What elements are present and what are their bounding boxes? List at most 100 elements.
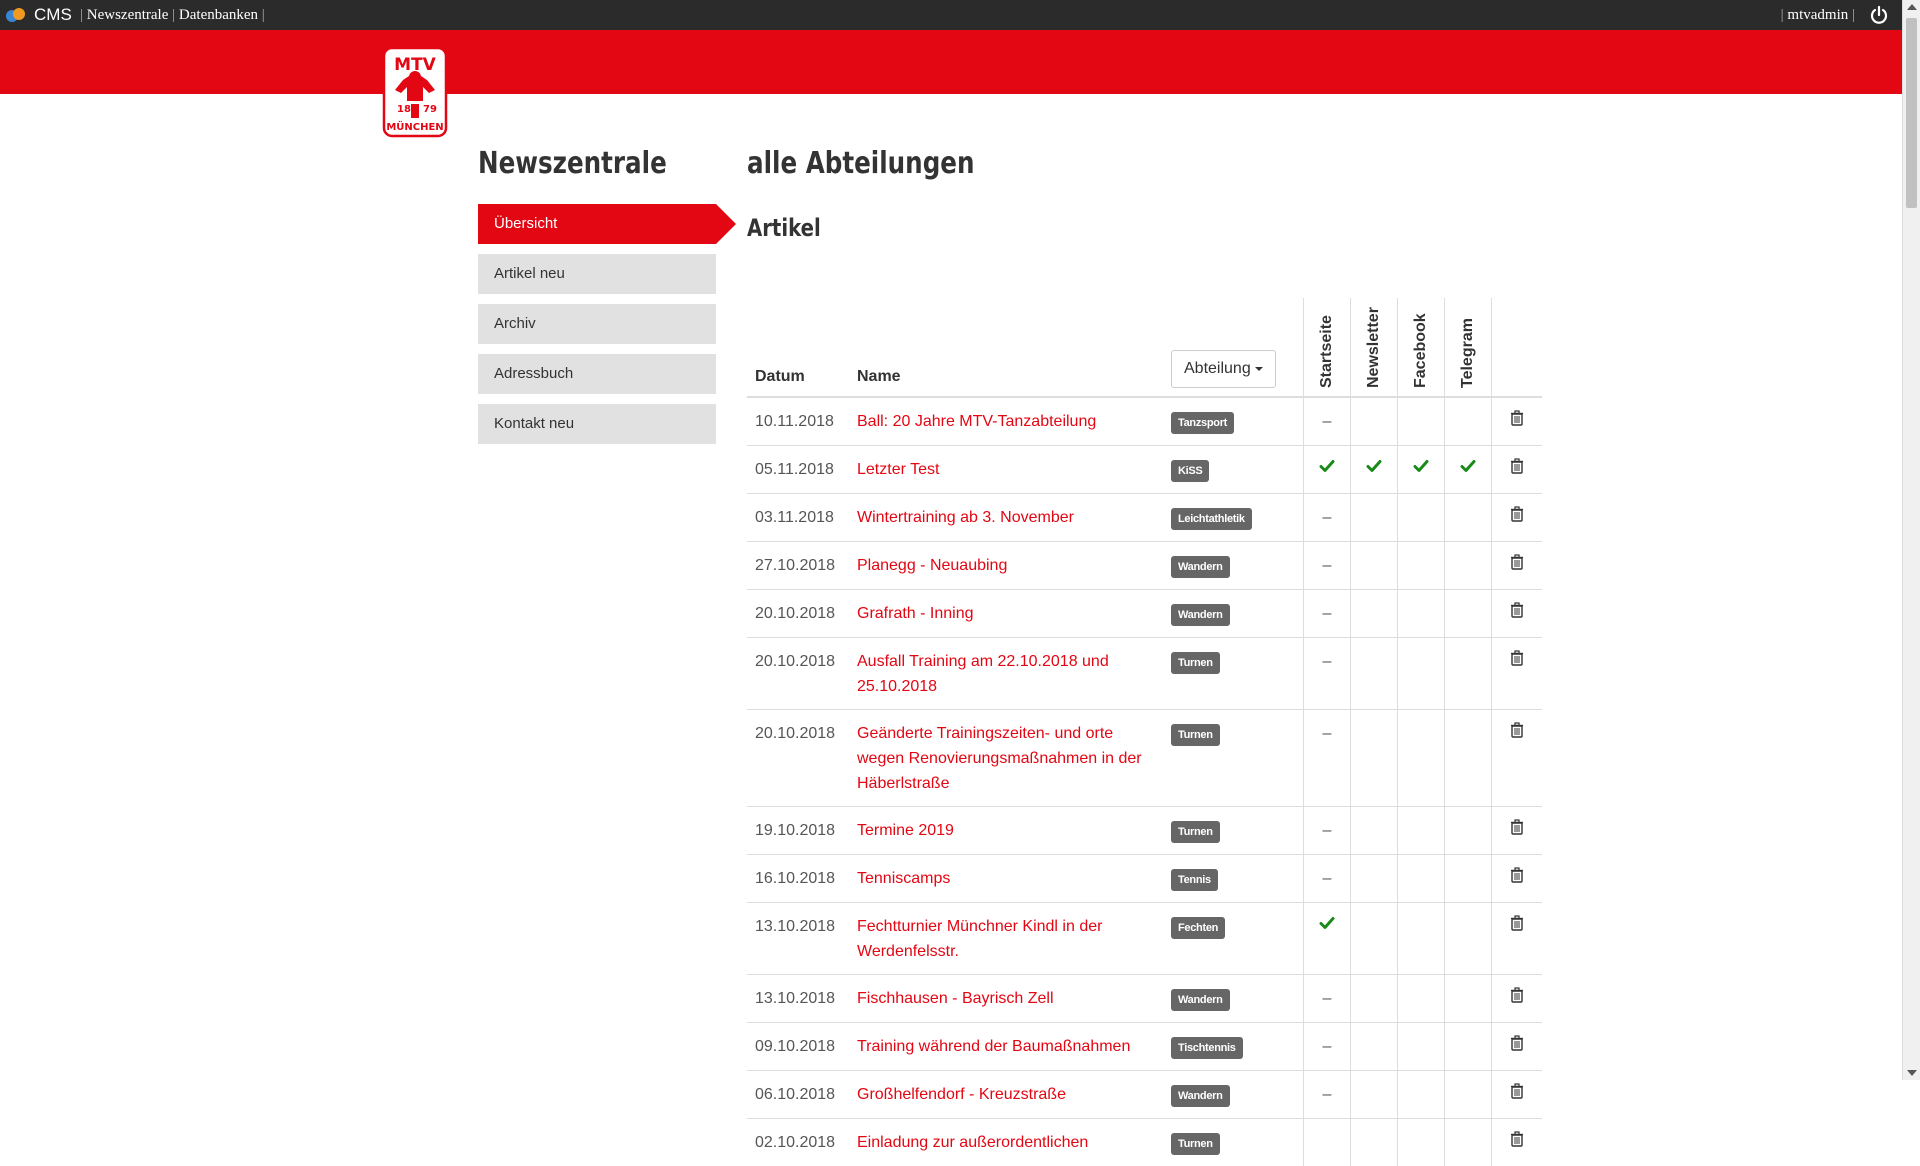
scroll-up-icon[interactable] <box>1907 4 1917 10</box>
row-flag-facebook[interactable] <box>1398 1023 1445 1071</box>
row-delete[interactable] <box>1492 397 1543 446</box>
row-delete[interactable] <box>1492 542 1543 590</box>
row-article-link[interactable]: Einladung zur außerordentlichen <box>849 1119 1163 1166</box>
trash-icon[interactable] <box>1510 602 1524 618</box>
row-flag-telegram[interactable] <box>1445 446 1492 494</box>
trash-icon[interactable] <box>1510 867 1524 883</box>
row-flag-facebook[interactable] <box>1398 855 1445 903</box>
row-delete[interactable] <box>1492 494 1543 542</box>
row-flag-facebook[interactable] <box>1398 1071 1445 1119</box>
row-flag-startseite[interactable] <box>1304 1119 1351 1166</box>
row-flag-telegram[interactable] <box>1445 1119 1492 1166</box>
row-article-link[interactable]: Tenniscamps <box>849 855 1163 903</box>
user-name-link[interactable]: mtvadmin <box>1787 7 1848 23</box>
row-flag-newsletter[interactable] <box>1351 1119 1398 1166</box>
row-flag-facebook[interactable] <box>1398 446 1445 494</box>
row-flag-startseite[interactable]: – <box>1304 397 1351 446</box>
row-flag-facebook[interactable] <box>1398 1119 1445 1166</box>
row-flag-startseite[interactable]: – <box>1304 710 1351 807</box>
row-flag-facebook[interactable] <box>1398 397 1445 446</box>
row-article-link[interactable]: Großhelfendorf - Kreuzstraße <box>849 1071 1163 1119</box>
sidebar-item-adressbuch[interactable]: Adressbuch <box>478 354 716 394</box>
scroll-down-icon[interactable] <box>1907 1070 1917 1076</box>
row-flag-telegram[interactable] <box>1445 1071 1492 1119</box>
trash-icon[interactable] <box>1510 819 1524 835</box>
mtv-logo[interactable]: MTV 18 79 MÜNCHEN <box>382 46 448 138</box>
trash-icon[interactable] <box>1510 987 1524 1003</box>
row-flag-telegram[interactable] <box>1445 903 1492 975</box>
row-flag-startseite[interactable]: – <box>1304 1071 1351 1119</box>
cms-logo-icon[interactable] <box>5 6 27 24</box>
row-article-link[interactable]: Geänderte Trainingszeiten- und orte wege… <box>849 710 1163 807</box>
row-delete[interactable] <box>1492 1071 1543 1119</box>
row-delete[interactable] <box>1492 1119 1543 1166</box>
row-flag-telegram[interactable] <box>1445 710 1492 807</box>
row-flag-newsletter[interactable] <box>1351 903 1398 975</box>
row-flag-facebook[interactable] <box>1398 975 1445 1023</box>
row-flag-telegram[interactable] <box>1445 1023 1492 1071</box>
row-flag-newsletter[interactable] <box>1351 807 1398 855</box>
sidebar-item-uebersicht[interactable]: Übersicht <box>478 204 716 244</box>
trash-icon[interactable] <box>1510 458 1524 474</box>
row-flag-facebook[interactable] <box>1398 590 1445 638</box>
row-flag-newsletter[interactable] <box>1351 542 1398 590</box>
row-flag-facebook[interactable] <box>1398 542 1445 590</box>
row-flag-facebook[interactable] <box>1398 494 1445 542</box>
column-header-date[interactable]: Datum <box>747 298 849 397</box>
row-flag-startseite[interactable]: – <box>1304 590 1351 638</box>
row-flag-startseite[interactable]: – <box>1304 1023 1351 1071</box>
row-flag-startseite[interactable] <box>1304 446 1351 494</box>
row-flag-telegram[interactable] <box>1445 975 1492 1023</box>
row-article-link[interactable]: Termine 2019 <box>849 807 1163 855</box>
row-delete[interactable] <box>1492 590 1543 638</box>
row-flag-newsletter[interactable] <box>1351 638 1398 710</box>
row-flag-telegram[interactable] <box>1445 590 1492 638</box>
row-flag-startseite[interactable]: – <box>1304 542 1351 590</box>
trash-icon[interactable] <box>1510 650 1524 666</box>
row-flag-telegram[interactable] <box>1445 397 1492 446</box>
sidebar-item-archiv[interactable]: Archiv <box>478 304 716 344</box>
row-article-link[interactable]: Training während der Baumaßnahmen <box>849 1023 1163 1071</box>
trash-icon[interactable] <box>1510 410 1524 426</box>
nav-link-datenbanken[interactable]: Datenbanken <box>179 7 258 23</box>
row-flag-telegram[interactable] <box>1445 855 1492 903</box>
row-flag-telegram[interactable] <box>1445 494 1492 542</box>
row-flag-newsletter[interactable] <box>1351 446 1398 494</box>
row-flag-startseite[interactable]: – <box>1304 494 1351 542</box>
row-flag-facebook[interactable] <box>1398 710 1445 807</box>
row-flag-telegram[interactable] <box>1445 638 1492 710</box>
row-flag-facebook[interactable] <box>1398 807 1445 855</box>
row-delete[interactable] <box>1492 638 1543 710</box>
row-delete[interactable] <box>1492 710 1543 807</box>
row-flag-newsletter[interactable] <box>1351 590 1398 638</box>
cms-app-name[interactable]: CMS <box>34 5 72 25</box>
row-flag-newsletter[interactable] <box>1351 975 1398 1023</box>
row-flag-startseite[interactable] <box>1304 903 1351 975</box>
row-delete[interactable] <box>1492 855 1543 903</box>
trash-icon[interactable] <box>1510 506 1524 522</box>
row-delete[interactable] <box>1492 1023 1543 1071</box>
row-flag-telegram[interactable] <box>1445 807 1492 855</box>
scrollbar-thumb[interactable] <box>1906 18 1917 208</box>
row-flag-facebook[interactable] <box>1398 903 1445 975</box>
row-article-link[interactable]: Ausfall Training am 22.10.2018 und 25.10… <box>849 638 1163 710</box>
row-flag-newsletter[interactable] <box>1351 855 1398 903</box>
trash-icon[interactable] <box>1510 554 1524 570</box>
row-article-link[interactable]: Fechtturnier Münchner Kindl in der Werde… <box>849 903 1163 975</box>
row-flag-startseite[interactable]: – <box>1304 807 1351 855</box>
row-flag-telegram[interactable] <box>1445 542 1492 590</box>
row-flag-facebook[interactable] <box>1398 638 1445 710</box>
row-flag-startseite[interactable]: – <box>1304 975 1351 1023</box>
row-delete[interactable] <box>1492 446 1543 494</box>
trash-icon[interactable] <box>1510 1035 1524 1051</box>
row-flag-newsletter[interactable] <box>1351 1071 1398 1119</box>
trash-icon[interactable] <box>1510 722 1524 738</box>
row-flag-startseite[interactable]: – <box>1304 855 1351 903</box>
row-delete[interactable] <box>1492 807 1543 855</box>
row-flag-newsletter[interactable] <box>1351 494 1398 542</box>
row-flag-newsletter[interactable] <box>1351 710 1398 807</box>
department-filter-dropdown[interactable]: Abteilung <box>1171 350 1276 388</box>
nav-link-newszentrale[interactable]: Newszentrale <box>87 7 169 23</box>
sidebar-item-kontakt-neu[interactable]: Kontakt neu <box>478 404 716 444</box>
row-article-link[interactable]: Planegg - Neuaubing <box>849 542 1163 590</box>
